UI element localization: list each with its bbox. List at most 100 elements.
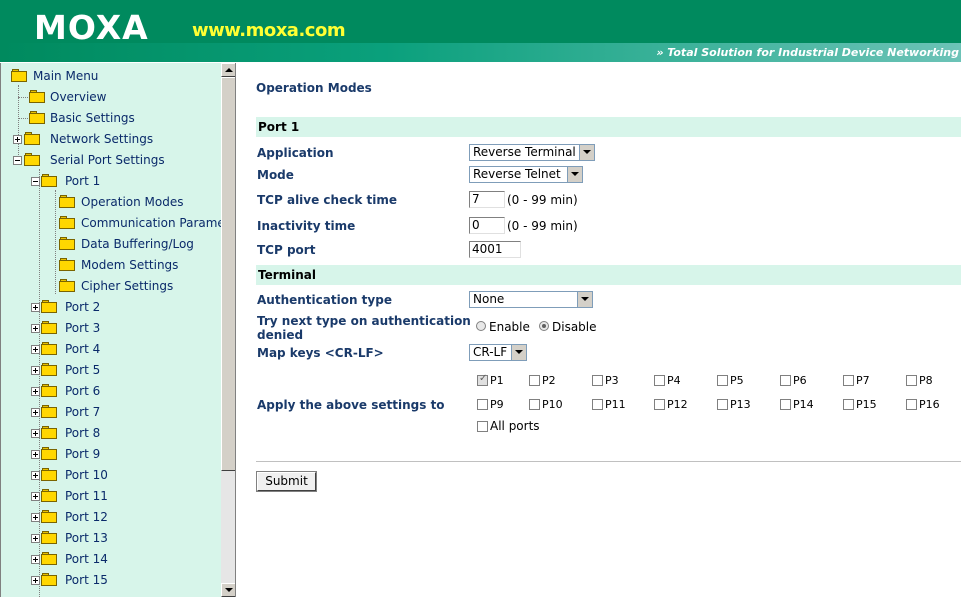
- try-next-label-line1: Try next type on authentication: [257, 314, 471, 328]
- collapse-icon[interactable]: [13, 156, 22, 165]
- sidebar-item-port-15[interactable]: Port 15: [31, 570, 219, 590]
- port-checkbox-p6[interactable]: [780, 375, 791, 386]
- port-checkbox-p8[interactable]: [906, 375, 917, 386]
- disable-radio[interactable]: [539, 321, 549, 331]
- expand-icon[interactable]: [31, 450, 40, 459]
- arrow-down-icon: [225, 588, 233, 592]
- port-checkbox-p15[interactable]: [843, 399, 854, 410]
- sidebar-item-port-11[interactable]: Port 11: [31, 486, 219, 506]
- port-checkbox-p9[interactable]: [477, 399, 488, 410]
- expand-icon[interactable]: [31, 345, 40, 354]
- tcp-port-input[interactable]: 4001: [469, 241, 521, 258]
- expand-icon[interactable]: [31, 324, 40, 333]
- folder-icon: [41, 552, 57, 565]
- sidebar-item-port-14[interactable]: Port 14: [31, 549, 219, 569]
- collapse-icon[interactable]: [31, 177, 40, 186]
- sidebar-item-port-7[interactable]: Port 7: [31, 402, 219, 422]
- expand-icon[interactable]: [31, 303, 40, 312]
- folder-icon: [41, 573, 57, 586]
- port-checkbox-p1[interactable]: [477, 373, 488, 386]
- sidebar-item-port-3[interactable]: Port 3: [31, 318, 219, 338]
- sidebar-item-label: Port 8: [65, 426, 101, 440]
- expand-icon[interactable]: [31, 534, 40, 543]
- port-checkbox-p12[interactable]: [654, 399, 665, 410]
- sidebar-item-overview[interactable]: Overview: [29, 87, 219, 107]
- sidebar-item-port-10[interactable]: Port 10: [31, 465, 219, 485]
- expand-icon[interactable]: [13, 135, 22, 144]
- sidebar-item-port-2[interactable]: Port 2: [31, 297, 219, 317]
- expand-icon[interactable]: [31, 471, 40, 480]
- all-ports-checkbox[interactable]: [477, 421, 488, 432]
- port-checkbox-p4[interactable]: [654, 375, 665, 386]
- mode-value: Reverse Telnet: [473, 167, 561, 181]
- sidebar-item-label: Port 1: [65, 174, 101, 188]
- sidebar-item-label: Port 3: [65, 321, 101, 335]
- sidebar-item-label: Overview: [50, 90, 107, 104]
- port-checkbox-p11[interactable]: [592, 399, 603, 410]
- port-checkbox-p7[interactable]: [843, 375, 854, 386]
- auth-type-select[interactable]: None: [469, 291, 593, 308]
- application-label: Application: [257, 146, 334, 160]
- application-select[interactable]: Reverse Terminal: [469, 144, 595, 161]
- port-checkbox-p3[interactable]: [592, 375, 603, 386]
- expand-icon[interactable]: [31, 555, 40, 564]
- port-checkbox-label: P12: [667, 398, 688, 411]
- port-checkbox-p2[interactable]: [529, 375, 540, 386]
- expand-icon[interactable]: [31, 366, 40, 375]
- enable-radio[interactable]: [476, 321, 486, 331]
- port-checkbox-label: P9: [490, 398, 504, 411]
- sidebar-item-serial-port-settings[interactable]: Serial Port Settings: [13, 150, 219, 170]
- port-checkbox-label: P14: [793, 398, 814, 411]
- expand-icon[interactable]: [31, 387, 40, 396]
- port-checkbox-p13[interactable]: [717, 399, 728, 410]
- inactivity-label: Inactivity time: [257, 219, 356, 233]
- port-checkbox-p16[interactable]: [906, 399, 917, 410]
- sidebar-item-port-9[interactable]: Port 9: [31, 444, 219, 464]
- scroll-up-button[interactable]: [221, 63, 235, 77]
- mode-select[interactable]: Reverse Telnet: [469, 166, 583, 183]
- sidebar-item-label: Port 2: [65, 300, 101, 314]
- divider: [256, 461, 961, 462]
- open-folder-icon: [24, 153, 40, 166]
- expand-icon[interactable]: [31, 513, 40, 522]
- sidebar-item-port-6[interactable]: Port 6: [31, 381, 219, 401]
- expand-icon[interactable]: [31, 408, 40, 417]
- inactivity-input[interactable]: 0: [469, 217, 505, 234]
- map-keys-select[interactable]: CR-LF: [469, 344, 527, 361]
- sidebar-item-communication-parameters[interactable]: Communication Parameters: [59, 213, 221, 233]
- sidebar-item-data-buffering-log[interactable]: Data Buffering/Log: [59, 234, 219, 254]
- folder-icon: [41, 405, 57, 418]
- folder-icon: [41, 342, 57, 355]
- port-checkbox-label: P16: [919, 398, 940, 411]
- sidebar-item-port-13[interactable]: Port 13: [31, 528, 219, 548]
- sidebar-item-modem-settings[interactable]: Modem Settings: [59, 255, 219, 275]
- sidebar-item-port-4[interactable]: Port 4: [31, 339, 219, 359]
- sidebar-scrollbar[interactable]: [221, 63, 235, 597]
- expand-icon[interactable]: [31, 492, 40, 501]
- mode-label: Mode: [257, 168, 294, 182]
- sidebar-item-port-12[interactable]: Port 12: [31, 507, 219, 527]
- chevron-down-icon: [577, 292, 592, 307]
- submit-button[interactable]: Submit: [257, 472, 316, 491]
- sidebar-item-basic-settings[interactable]: Basic Settings: [29, 108, 219, 128]
- sidebar-item-main-menu[interactable]: Main Menu: [11, 66, 221, 86]
- expand-icon[interactable]: [31, 429, 40, 438]
- sidebar-item-network-settings[interactable]: Network Settings: [13, 129, 219, 149]
- scroll-down-button[interactable]: [221, 583, 235, 597]
- sidebar-item-label: Basic Settings: [50, 111, 135, 125]
- expand-icon[interactable]: [31, 576, 40, 585]
- sidebar-item-port-1[interactable]: Port 1: [31, 171, 219, 191]
- sidebar-item-label: Operation Modes: [81, 195, 184, 209]
- sidebar-item-label: Cipher Settings: [81, 279, 174, 293]
- tcp-alive-input[interactable]: 7: [469, 191, 505, 208]
- scrollbar-thumb[interactable]: [221, 77, 235, 471]
- port-checkbox-p10[interactable]: [529, 399, 540, 410]
- sidebar-item-port-5[interactable]: Port 5: [31, 360, 219, 380]
- sidebar-item-cipher-settings[interactable]: Cipher Settings: [59, 276, 219, 296]
- sidebar-item-port-8[interactable]: Port 8: [31, 423, 219, 443]
- folder-icon: [29, 90, 45, 103]
- port-checkbox-p14[interactable]: [780, 399, 791, 410]
- port-checkbox-p5[interactable]: [717, 375, 728, 386]
- sidebar-item-operation-modes[interactable]: Operation Modes: [59, 192, 224, 212]
- map-keys-value: CR-LF: [473, 345, 508, 359]
